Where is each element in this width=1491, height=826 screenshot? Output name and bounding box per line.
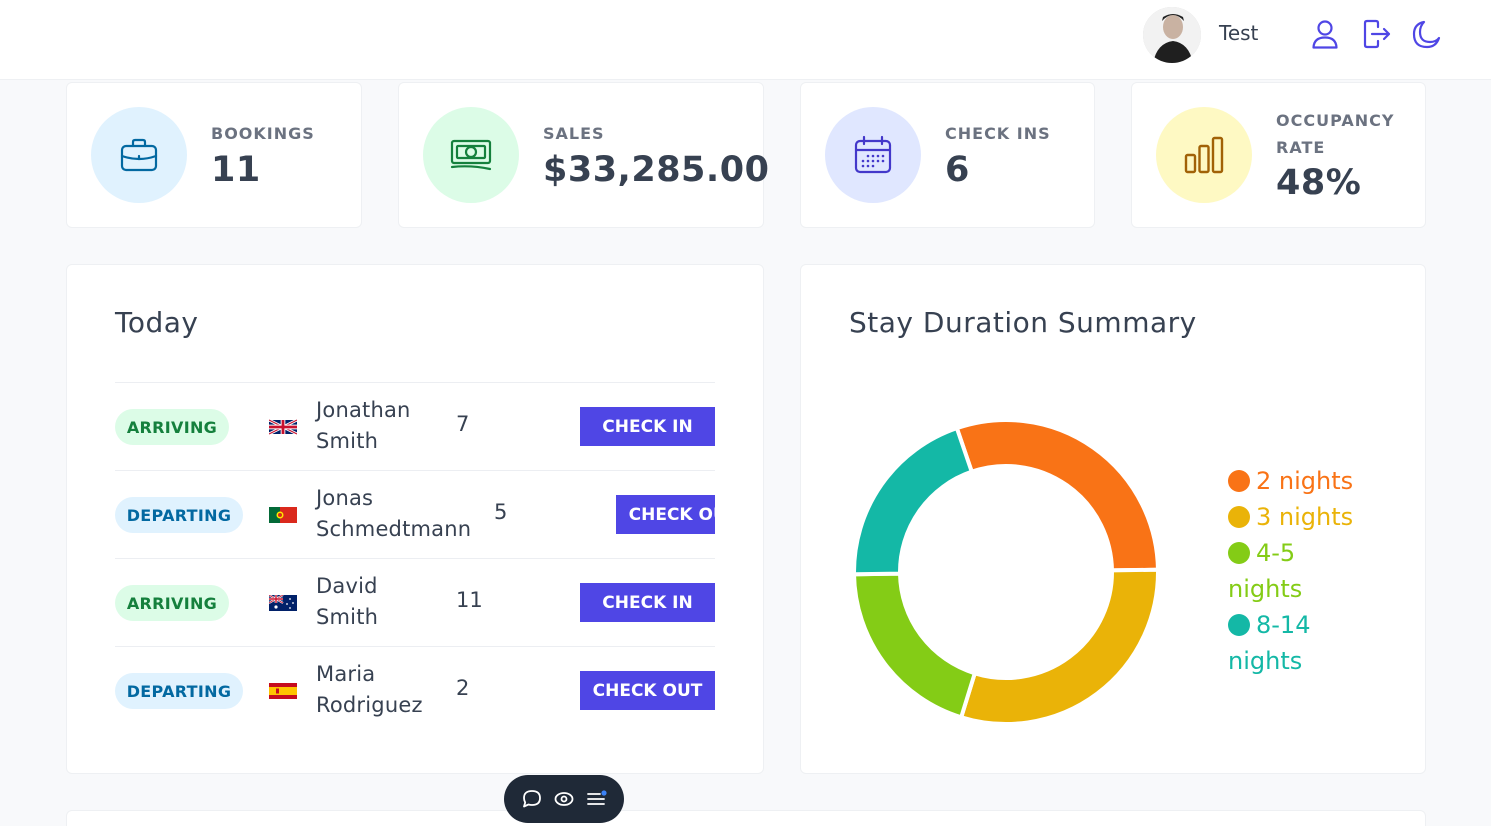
- menu-icon[interactable]: [585, 788, 607, 810]
- bottom-card: [66, 810, 1426, 826]
- stat-card-checkins: CHECK INS 6: [800, 82, 1095, 228]
- stat-label: SALES: [543, 124, 605, 143]
- stat-label: BOOKINGS: [211, 124, 315, 143]
- legend-label: 2 nights: [1256, 467, 1354, 495]
- list-item: DEPARTING Jonas Schmedtmann 5 CHECK OUT: [115, 470, 715, 558]
- donut-chart: [851, 418, 1161, 726]
- chart-bar-icon: [1156, 107, 1252, 203]
- legend-dot: [1228, 542, 1250, 564]
- stat-card-bookings: BOOKINGS 11: [66, 82, 362, 228]
- legend-label: 8-14: [1256, 611, 1311, 639]
- comment-icon[interactable]: [521, 788, 543, 810]
- legend-label-cont: nights: [1228, 647, 1303, 675]
- pt-flag-icon: [269, 507, 297, 523]
- legend-item[interactable]: 4-5 nights: [1228, 535, 1368, 607]
- stat-value: 48%: [1276, 163, 1362, 203]
- guest-name: Maria Rodriguez: [316, 662, 423, 717]
- legend-dot: [1228, 614, 1250, 636]
- stat-label: CHECK INS: [945, 124, 1051, 143]
- stat-card-occupancy: OCCUPANCY RATE 48%: [1131, 82, 1426, 228]
- legend-item[interactable]: 8-14 nights: [1228, 607, 1368, 679]
- legend-label: 3 nights: [1256, 503, 1354, 531]
- legend-dot: [1228, 506, 1250, 528]
- stat-value: $33,285.00: [543, 150, 770, 190]
- check-in-button[interactable]: CHECK IN: [580, 583, 715, 622]
- es-flag-icon: [269, 683, 297, 699]
- check-out-button[interactable]: CHECK OUT: [616, 495, 715, 534]
- guest-count: 11: [456, 588, 483, 612]
- panel-title: Stay Duration Summary: [849, 306, 1197, 339]
- guest-count: 2: [456, 676, 470, 700]
- floating-toolbar: [504, 775, 624, 823]
- legend-item[interactable]: 3 nights: [1228, 499, 1368, 535]
- check-out-button[interactable]: CHECK OUT: [580, 671, 715, 710]
- briefcase-icon: [91, 107, 187, 203]
- legend-dot: [1228, 470, 1250, 492]
- status-badge: ARRIVING: [115, 585, 229, 621]
- moon-icon[interactable]: [1412, 18, 1442, 50]
- list-item: ARRIVING Jonathan Smith 7 CHECK IN: [115, 382, 715, 470]
- stat-card-sales: SALES $33,285.00: [398, 82, 769, 228]
- user-icon[interactable]: [1310, 18, 1340, 50]
- guest-count: 7: [456, 412, 470, 436]
- banknotes-icon: [423, 107, 519, 203]
- legend-item[interactable]: 2 nights: [1228, 463, 1368, 499]
- au-flag-icon: [269, 595, 297, 611]
- donut-slice-3[interactable]: [851, 571, 978, 720]
- guest-name: Jonas Schmedtmann: [316, 486, 472, 541]
- legend-label: 4-5: [1256, 539, 1296, 567]
- stat-value: 6: [945, 150, 970, 190]
- status-badge: DEPARTING: [115, 673, 243, 709]
- donut-slice-4[interactable]: [852, 425, 975, 577]
- gb-flag-icon: [269, 419, 297, 435]
- guest-count: 5: [494, 500, 508, 524]
- stay-duration-panel: Stay Duration Summary 2 nights 3 nights 4-…: [800, 264, 1426, 774]
- list-item: ARRIVING David Smith 11 CHECK IN: [115, 558, 715, 646]
- calendar-icon: [825, 107, 921, 203]
- user-name: Test: [1219, 21, 1259, 45]
- stat-label: OCCUPANCY RATE: [1276, 111, 1395, 157]
- donut-slice-1[interactable]: [954, 418, 1161, 573]
- guest-name: Jonathan Smith: [316, 398, 411, 453]
- eye-icon[interactable]: [553, 788, 575, 810]
- status-badge: DEPARTING: [115, 497, 243, 533]
- today-panel: Today ARRIVING Jonathan Smith 7 CHECK IN…: [66, 264, 764, 774]
- status-badge: ARRIVING: [115, 409, 229, 445]
- list-item: DEPARTING Maria Rodriguez 2 CHECK OUT: [115, 646, 715, 734]
- guest-name: David Smith: [316, 574, 379, 629]
- panel-title: Today: [115, 306, 199, 339]
- legend-label-cont: nights: [1228, 575, 1303, 603]
- avatar[interactable]: [1143, 7, 1201, 63]
- donut-slice-2[interactable]: [958, 567, 1160, 726]
- stat-value: 11: [211, 150, 261, 190]
- top-header: Test: [0, 0, 1491, 80]
- check-in-button[interactable]: CHECK IN: [580, 407, 715, 446]
- logout-icon[interactable]: [1362, 18, 1392, 50]
